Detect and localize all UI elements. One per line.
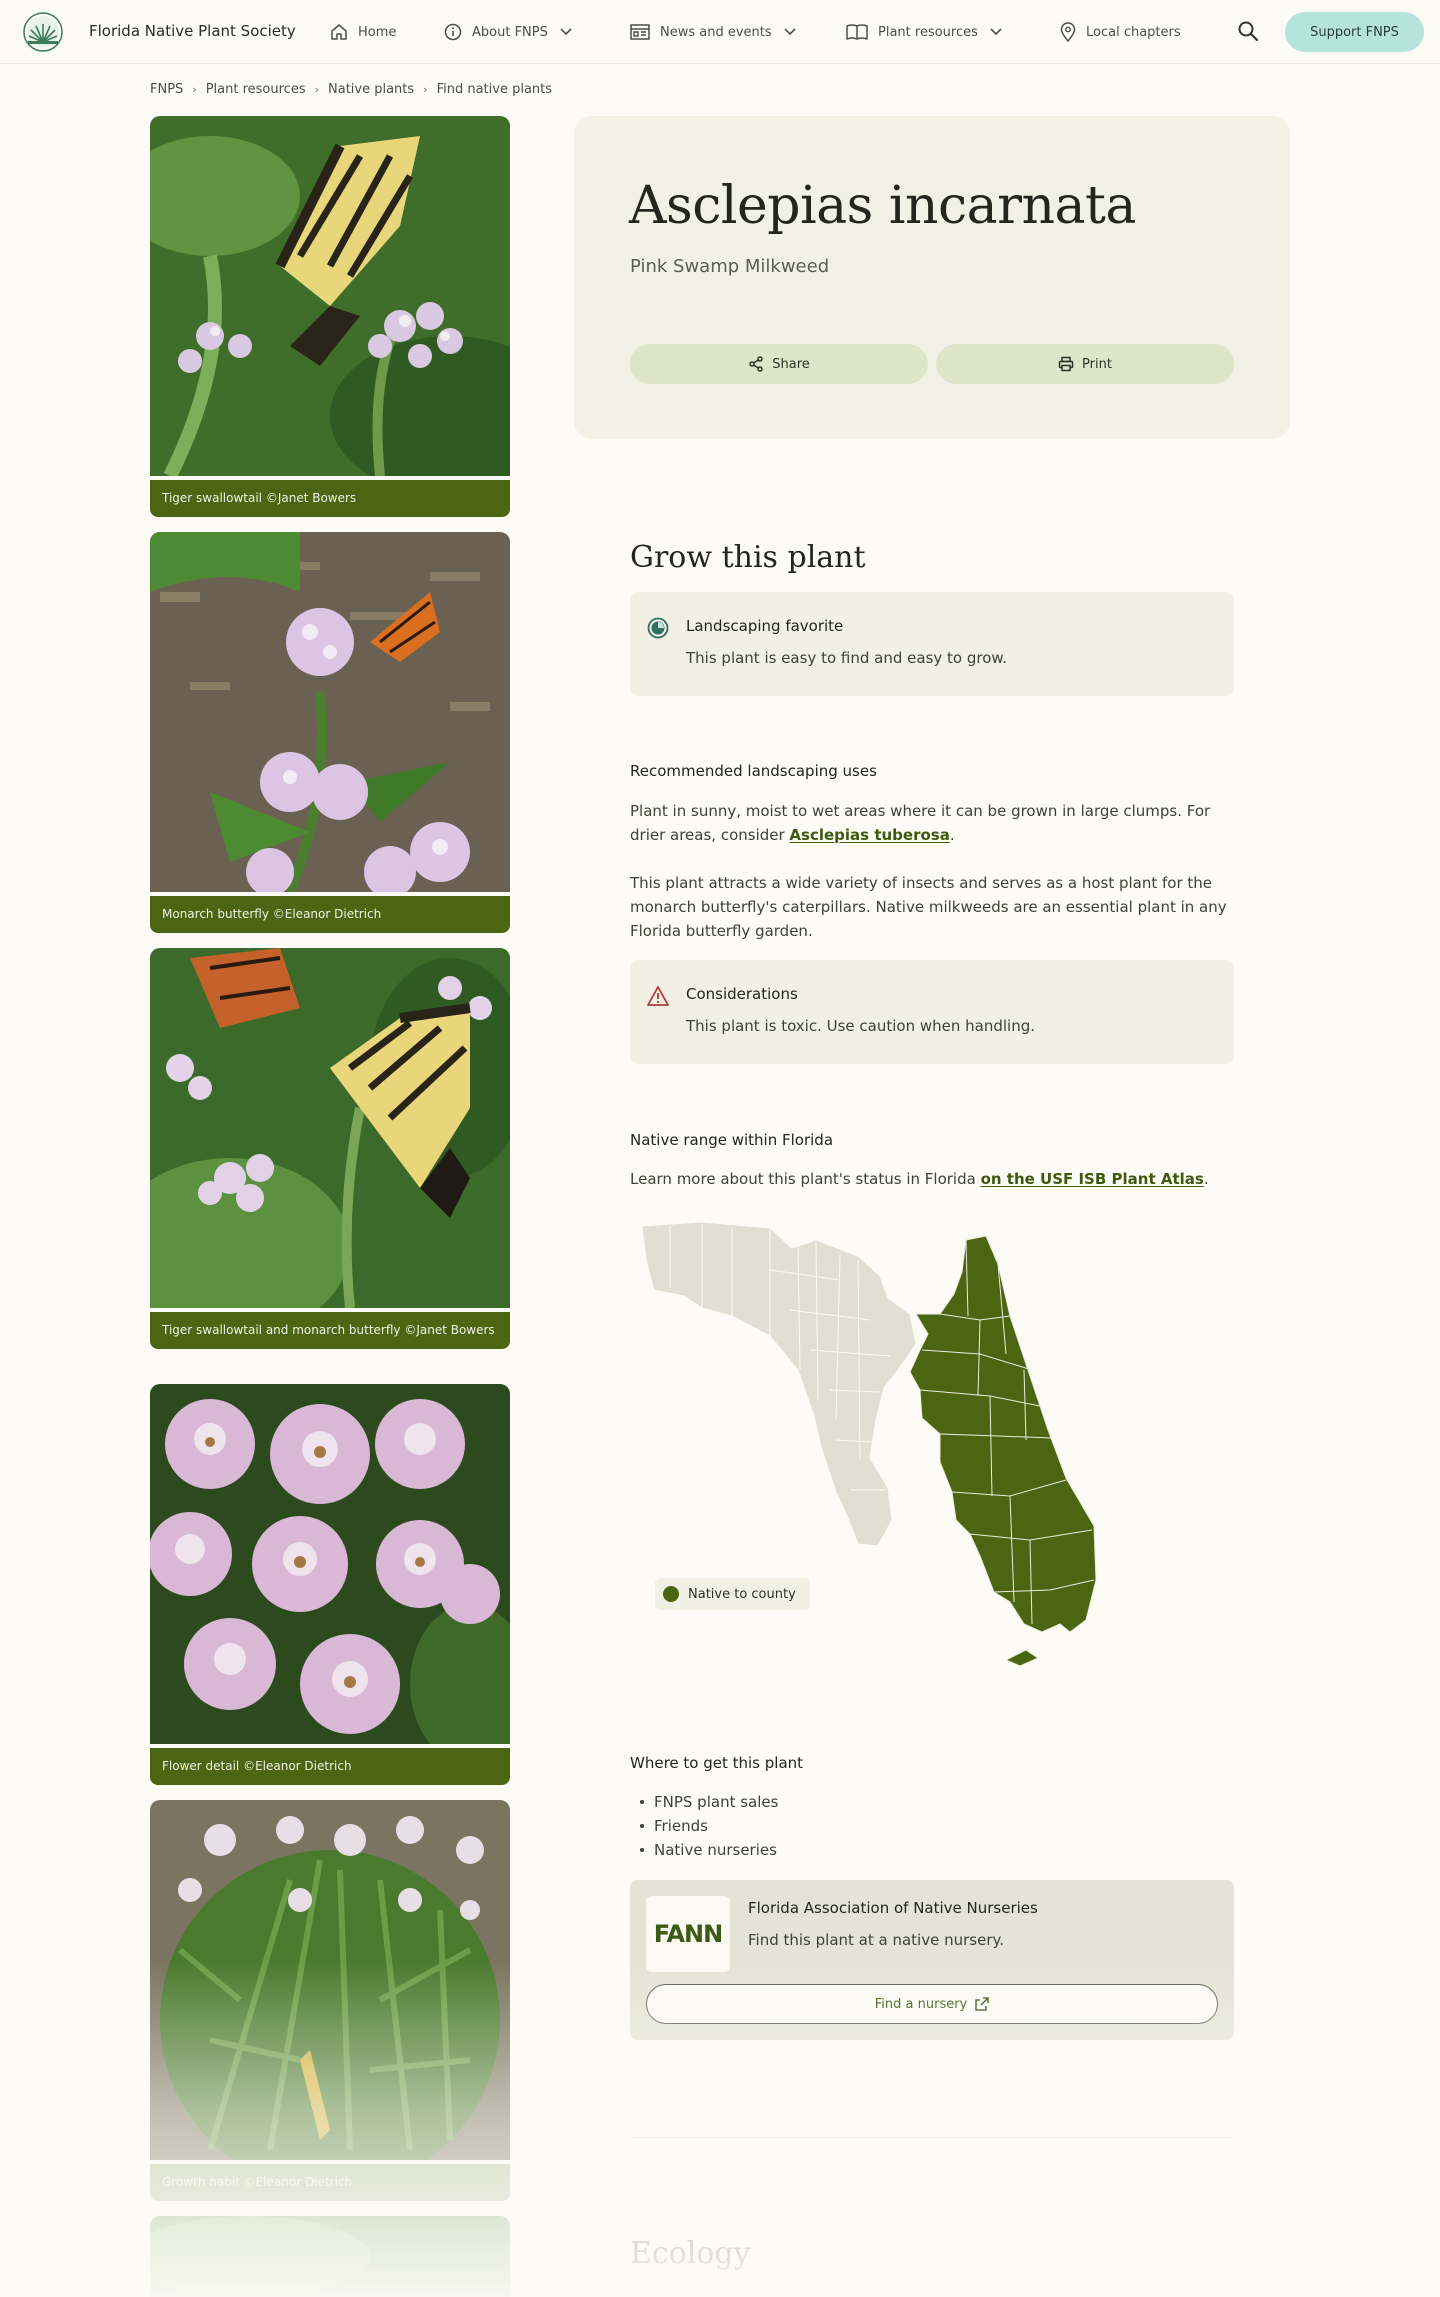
nav-news-label: News and events xyxy=(660,24,772,40)
share-label: Share xyxy=(772,356,810,372)
print-icon xyxy=(1058,356,1074,372)
list-item: FNPS plant sales xyxy=(640,1790,778,1814)
photo-monarch-butterfly[interactable] xyxy=(150,532,510,892)
gallery-item[interactable] xyxy=(150,2216,510,2297)
print-label: Print xyxy=(1082,356,1112,372)
fann-title: Florida Association of Native Nurseries xyxy=(748,1899,1038,1917)
where-heading: Where to get this plant xyxy=(630,1754,804,1772)
list-item: Friends xyxy=(640,1814,778,1838)
considerations-desc: This plant is toxic. Use caution when ha… xyxy=(686,1017,1036,1035)
list-item: Native nurseries xyxy=(640,1838,778,1862)
breadcrumb-plant-resources[interactable]: Plant resources xyxy=(206,82,306,97)
top-navigation: Florida Native Plant Society Home About … xyxy=(0,0,1440,64)
plant-atlas-link[interactable]: on the USF ISB Plant Atlas xyxy=(981,1170,1204,1188)
nav-home-label: Home xyxy=(358,24,397,40)
nav-local-chapters[interactable]: Local chapters xyxy=(1060,21,1181,43)
nav-plant-resources-label: Plant resources xyxy=(878,24,978,40)
support-button[interactable]: Support FNPS xyxy=(1285,12,1424,52)
fann-logo-text: FANN xyxy=(653,1920,723,1948)
native-counties xyxy=(909,1235,1097,1667)
warning-icon xyxy=(647,986,669,1006)
range-text-end: . xyxy=(1203,1170,1209,1188)
photo-tiger-swallowtail[interactable] xyxy=(150,116,510,476)
range-text: Learn more about this plant's status in … xyxy=(630,1170,981,1188)
gallery-item[interactable]: Flower detail ©Eleanor Dietrich xyxy=(150,1384,510,1785)
info-icon xyxy=(444,23,462,41)
scientific-name: Asclepias incarnata xyxy=(629,176,1136,236)
nav-about[interactable]: About FNPS xyxy=(444,21,572,43)
ecology-heading: Ecology xyxy=(630,2236,751,2271)
plant-header-card: Asclepias incarnata Pink Swamp Milkweed … xyxy=(574,116,1290,439)
grow-heading: Grow this plant xyxy=(630,540,866,575)
range-heading: Native range within Florida xyxy=(630,1131,834,1149)
news-icon xyxy=(630,24,650,40)
find-nursery-button[interactable]: Find a nursery xyxy=(646,1984,1218,2024)
fann-logo: FANN xyxy=(646,1896,730,1972)
chevron-down-icon xyxy=(990,28,1002,36)
breadcrumb-fnps[interactable]: FNPS xyxy=(150,82,183,97)
photo-next[interactable] xyxy=(150,2216,510,2297)
photo-caption: Tiger swallowtail ©Janet Bowers xyxy=(150,480,510,517)
photo-growth-habit[interactable] xyxy=(150,1800,510,2160)
chevron-down-icon xyxy=(784,28,796,36)
gallery-item[interactable]: Tiger swallowtail ©Janet Bowers xyxy=(150,116,510,517)
fann-card: FANN Florida Association of Native Nurse… xyxy=(630,1880,1234,2040)
uses-p1-end: . xyxy=(949,826,955,844)
nav-plant-resources[interactable]: Plant resources xyxy=(846,21,1002,43)
photo-caption: Monarch butterfly ©Eleanor Dietrich xyxy=(150,896,510,933)
nav-home[interactable]: Home xyxy=(330,21,396,43)
breadcrumb-find-native-plants[interactable]: Find native plants xyxy=(437,82,552,97)
share-icon xyxy=(749,356,763,372)
gallery-item[interactable]: Growth habit ©Eleanor Dietrich xyxy=(150,1800,510,2201)
nav-about-label: About FNPS xyxy=(472,24,548,40)
external-link-icon xyxy=(975,1997,989,2011)
favorite-desc: This plant is easy to find and easy to g… xyxy=(686,649,1008,667)
asclepias-tuberosa-link[interactable]: Asclepias tuberosa xyxy=(789,826,949,844)
book-icon xyxy=(846,24,868,40)
favorite-badge-icon xyxy=(647,617,669,639)
landscaping-favorite-callout: Landscaping favorite This plant is easy … xyxy=(630,592,1234,696)
gallery-item[interactable]: Monarch butterfly ©Eleanor Dietrich xyxy=(150,532,510,933)
home-icon xyxy=(331,24,347,40)
breadcrumb-separator: › xyxy=(192,83,197,96)
chevron-down-icon xyxy=(560,28,572,36)
location-pin-icon xyxy=(1060,22,1076,42)
photo-caption: Flower detail ©Eleanor Dietrich xyxy=(150,1748,510,1785)
search-icon[interactable] xyxy=(1237,20,1259,42)
considerations-callout: Considerations This plant is toxic. Use … xyxy=(630,960,1234,1064)
photo-swallowtail-and-monarch[interactable] xyxy=(150,948,510,1308)
legend-dot xyxy=(663,1586,679,1602)
gallery-item[interactable]: Tiger swallowtail and monarch butterfly … xyxy=(150,948,510,1349)
uses-paragraph-2: This plant attracts a wide variety of in… xyxy=(630,874,1227,940)
nav-news[interactable]: News and events xyxy=(630,21,796,43)
photo-caption: Growth habit ©Eleanor Dietrich xyxy=(150,2164,510,2201)
photo-flower-detail[interactable] xyxy=(150,1384,510,1744)
range-paragraph: Learn more about this plant's status in … xyxy=(630,1167,1234,1191)
nav-local-chapters-label: Local chapters xyxy=(1086,24,1181,40)
where-list: FNPS plant sales Friends Native nurserie… xyxy=(640,1790,778,1862)
considerations-title: Considerations xyxy=(686,985,798,1003)
photo-caption: Tiger swallowtail and monarch butterfly … xyxy=(150,1312,510,1349)
uses-heading: Recommended landscaping uses xyxy=(630,762,877,780)
site-title[interactable]: Florida Native Plant Society xyxy=(89,22,296,40)
breadcrumb-native-plants[interactable]: Native plants xyxy=(328,82,414,97)
favorite-title: Landscaping favorite xyxy=(686,617,844,635)
find-nursery-label: Find a nursery xyxy=(874,1996,968,2012)
breadcrumb: FNPS › Plant resources › Native plants ›… xyxy=(150,82,552,97)
share-button[interactable]: Share xyxy=(630,344,928,384)
map-legend: Native to county xyxy=(655,1578,810,1610)
uses-paragraph-1: Plant in sunny, moist to wet areas where… xyxy=(630,799,1234,847)
breadcrumb-separator: › xyxy=(314,83,319,96)
print-button[interactable]: Print xyxy=(936,344,1234,384)
breadcrumb-separator: › xyxy=(423,83,428,96)
fnps-logo[interactable] xyxy=(16,12,70,52)
non-native-counties xyxy=(641,1221,917,1547)
fann-desc: Find this plant at a native nursery. xyxy=(748,1931,1004,1949)
common-name: Pink Swamp Milkweed xyxy=(630,256,830,277)
section-divider xyxy=(630,2137,1234,2138)
legend-label: Native to county xyxy=(688,1586,796,1602)
